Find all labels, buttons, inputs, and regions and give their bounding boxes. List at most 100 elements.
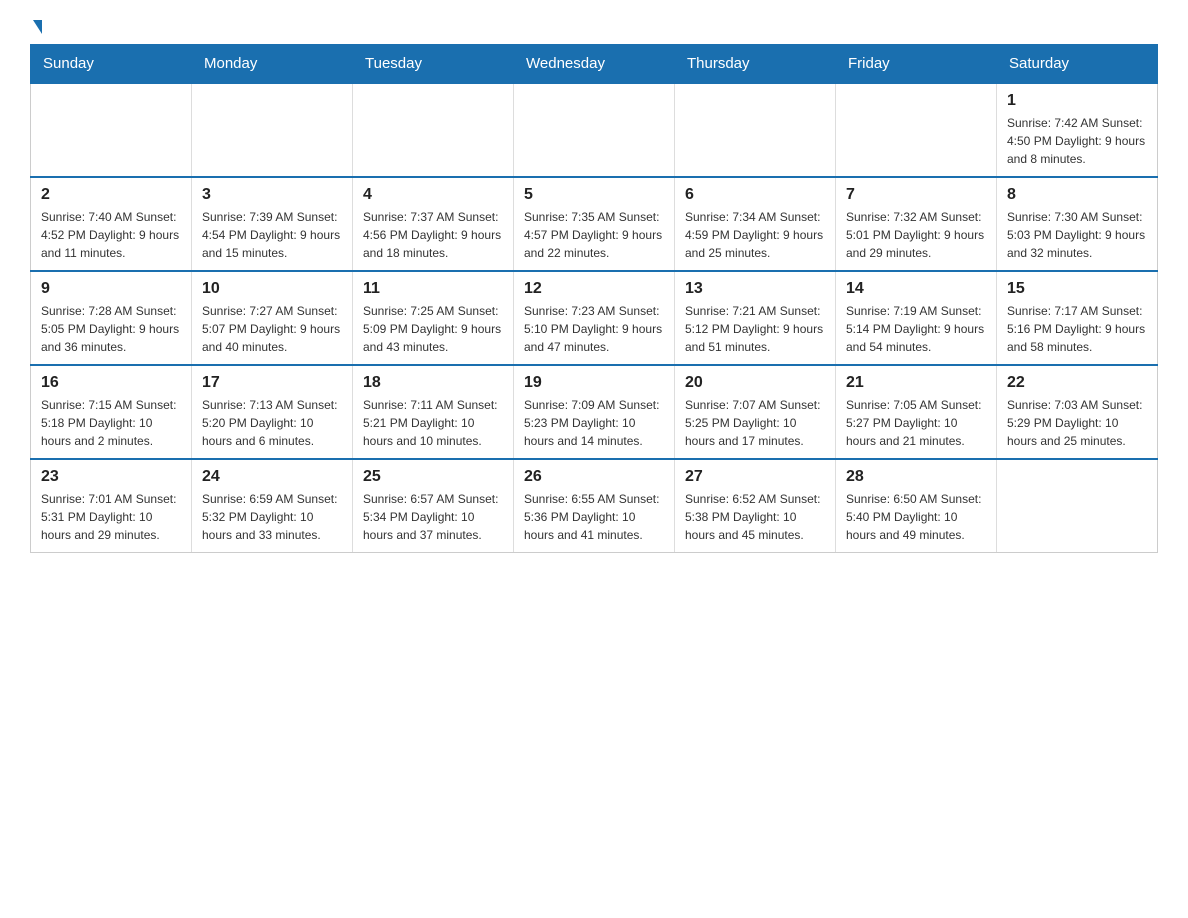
calendar-cell: 27 Sunrise: 6:52 AM Sunset: 5:38 PM Dayli… xyxy=(675,459,836,553)
day-info: Sunrise: 7:13 AM Sunset: 5:20 PM Dayligh… xyxy=(202,396,342,450)
calendar-cell: 14 Sunrise: 7:19 AM Sunset: 5:14 PM Dayli… xyxy=(836,271,997,365)
day-number: 18 xyxy=(363,374,503,392)
calendar-cell: 1 Sunrise: 7:42 AM Sunset: 4:50 PM Daylig… xyxy=(997,83,1158,177)
day-number: 8 xyxy=(1007,186,1147,204)
day-number: 21 xyxy=(846,374,986,392)
day-number: 19 xyxy=(524,374,664,392)
day-info: Sunrise: 7:39 AM Sunset: 4:54 PM Dayligh… xyxy=(202,208,342,262)
calendar-week-row: 2Sunrise: 7:40 AM Sunset: 4:52 PM Daylig… xyxy=(31,177,1158,271)
day-number: 22 xyxy=(1007,374,1147,392)
day-info: Sunrise: 7:42 AM Sunset: 4:50 PM Dayligh… xyxy=(1007,114,1147,168)
calendar-cell: 25 Sunrise: 6:57 AM Sunset: 5:34 PM Dayli… xyxy=(353,459,514,553)
day-info: Sunrise: 7:28 AM Sunset: 5:05 PM Dayligh… xyxy=(41,302,181,356)
day-number: 26 xyxy=(524,468,664,486)
day-info: Sunrise: 7:35 AM Sunset: 4:57 PM Dayligh… xyxy=(524,208,664,262)
day-info: Sunrise: 7:15 AM Sunset: 5:18 PM Dayligh… xyxy=(41,396,181,450)
day-info: Sunrise: 7:17 AM Sunset: 5:16 PM Dayligh… xyxy=(1007,302,1147,356)
day-number: 17 xyxy=(202,374,342,392)
day-number: 7 xyxy=(846,186,986,204)
day-info: Sunrise: 6:52 AM Sunset: 5:38 PM Dayligh… xyxy=(685,490,825,544)
calendar-cell: 18 Sunrise: 7:11 AM Sunset: 5:21 PM Dayli… xyxy=(353,365,514,459)
calendar-week-row: 16Sunrise: 7:15 AM Sunset: 5:18 PM Dayli… xyxy=(31,365,1158,459)
day-number: 3 xyxy=(202,186,342,204)
day-info: Sunrise: 7:07 AM Sunset: 5:25 PM Dayligh… xyxy=(685,396,825,450)
col-saturday: Saturday xyxy=(997,45,1158,84)
day-info: Sunrise: 7:23 AM Sunset: 5:10 PM Dayligh… xyxy=(524,302,664,356)
day-info: Sunrise: 6:57 AM Sunset: 5:34 PM Dayligh… xyxy=(363,490,503,544)
calendar-week-row: 23 Sunrise: 7:01 AM Sunset: 5:31 PM Dayli… xyxy=(31,459,1158,553)
calendar-cell: 3 Sunrise: 7:39 AM Sunset: 4:54 PM Daylig… xyxy=(192,177,353,271)
calendar-cell: 6Sunrise: 7:34 AM Sunset: 4:59 PM Daylig… xyxy=(675,177,836,271)
calendar-cell: 8 Sunrise: 7:30 AM Sunset: 5:03 PM Daylig… xyxy=(997,177,1158,271)
day-number: 13 xyxy=(685,280,825,298)
calendar-cell: 2Sunrise: 7:40 AM Sunset: 4:52 PM Daylig… xyxy=(31,177,192,271)
day-number: 24 xyxy=(202,468,342,486)
day-number: 28 xyxy=(846,468,986,486)
day-info: Sunrise: 7:03 AM Sunset: 5:29 PM Dayligh… xyxy=(1007,396,1147,450)
col-tuesday: Tuesday xyxy=(353,45,514,84)
calendar-cell: 24 Sunrise: 6:59 AM Sunset: 5:32 PM Dayli… xyxy=(192,459,353,553)
calendar-week-row: 9 Sunrise: 7:28 AM Sunset: 5:05 PM Daylig… xyxy=(31,271,1158,365)
day-number: 10 xyxy=(202,280,342,298)
calendar-cell: 26 Sunrise: 6:55 AM Sunset: 5:36 PM Dayli… xyxy=(514,459,675,553)
calendar-cell: 4Sunrise: 7:37 AM Sunset: 4:56 PM Daylig… xyxy=(353,177,514,271)
day-number: 9 xyxy=(41,280,181,298)
day-number: 14 xyxy=(846,280,986,298)
day-info: Sunrise: 7:37 AM Sunset: 4:56 PM Dayligh… xyxy=(363,208,503,262)
day-info: Sunrise: 6:50 AM Sunset: 5:40 PM Dayligh… xyxy=(846,490,986,544)
calendar-cell: 10 Sunrise: 7:27 AM Sunset: 5:07 PM Dayli… xyxy=(192,271,353,365)
day-info: Sunrise: 7:40 AM Sunset: 4:52 PM Dayligh… xyxy=(41,208,181,262)
calendar-cell: 11 Sunrise: 7:25 AM Sunset: 5:09 PM Dayli… xyxy=(353,271,514,365)
day-number: 5 xyxy=(524,186,664,204)
day-info: Sunrise: 6:55 AM Sunset: 5:36 PM Dayligh… xyxy=(524,490,664,544)
calendar-cell xyxy=(514,83,675,177)
calendar-table: Sunday Monday Tuesday Wednesday Thursday… xyxy=(30,44,1158,553)
day-info: Sunrise: 7:25 AM Sunset: 5:09 PM Dayligh… xyxy=(363,302,503,356)
page-header xyxy=(30,20,1158,34)
day-number: 27 xyxy=(685,468,825,486)
calendar-cell: 15 Sunrise: 7:17 AM Sunset: 5:16 PM Dayli… xyxy=(997,271,1158,365)
day-number: 12 xyxy=(524,280,664,298)
logo-arrow-icon xyxy=(33,20,42,34)
day-number: 15 xyxy=(1007,280,1147,298)
col-monday: Monday xyxy=(192,45,353,84)
day-info: Sunrise: 6:59 AM Sunset: 5:32 PM Dayligh… xyxy=(202,490,342,544)
day-info: Sunrise: 7:21 AM Sunset: 5:12 PM Dayligh… xyxy=(685,302,825,356)
calendar-cell: 20 Sunrise: 7:07 AM Sunset: 5:25 PM Dayli… xyxy=(675,365,836,459)
calendar-cell: 23 Sunrise: 7:01 AM Sunset: 5:31 PM Dayli… xyxy=(31,459,192,553)
calendar-week-row: 1 Sunrise: 7:42 AM Sunset: 4:50 PM Daylig… xyxy=(31,83,1158,177)
calendar-cell xyxy=(836,83,997,177)
calendar-cell: 9 Sunrise: 7:28 AM Sunset: 5:05 PM Daylig… xyxy=(31,271,192,365)
calendar-cell: 7Sunrise: 7:32 AM Sunset: 5:01 PM Daylig… xyxy=(836,177,997,271)
calendar-cell: 19 Sunrise: 7:09 AM Sunset: 5:23 PM Dayli… xyxy=(514,365,675,459)
calendar-cell: 21 Sunrise: 7:05 AM Sunset: 5:27 PM Dayli… xyxy=(836,365,997,459)
day-number: 1 xyxy=(1007,92,1147,110)
calendar-cell xyxy=(997,459,1158,553)
calendar-cell: 5 Sunrise: 7:35 AM Sunset: 4:57 PM Daylig… xyxy=(514,177,675,271)
day-info: Sunrise: 7:27 AM Sunset: 5:07 PM Dayligh… xyxy=(202,302,342,356)
day-info: Sunrise: 7:09 AM Sunset: 5:23 PM Dayligh… xyxy=(524,396,664,450)
day-info: Sunrise: 7:19 AM Sunset: 5:14 PM Dayligh… xyxy=(846,302,986,356)
col-friday: Friday xyxy=(836,45,997,84)
day-number: 11 xyxy=(363,280,503,298)
day-info: Sunrise: 7:11 AM Sunset: 5:21 PM Dayligh… xyxy=(363,396,503,450)
day-info: Sunrise: 7:30 AM Sunset: 5:03 PM Dayligh… xyxy=(1007,208,1147,262)
calendar-cell: 22 Sunrise: 7:03 AM Sunset: 5:29 PM Dayli… xyxy=(997,365,1158,459)
calendar-cell: 12 Sunrise: 7:23 AM Sunset: 5:10 PM Dayli… xyxy=(514,271,675,365)
calendar-cell: 16Sunrise: 7:15 AM Sunset: 5:18 PM Dayli… xyxy=(31,365,192,459)
col-wednesday: Wednesday xyxy=(514,45,675,84)
calendar-cell xyxy=(353,83,514,177)
calendar-cell xyxy=(192,83,353,177)
calendar-cell: 13 Sunrise: 7:21 AM Sunset: 5:12 PM Dayli… xyxy=(675,271,836,365)
day-info: Sunrise: 7:34 AM Sunset: 4:59 PM Dayligh… xyxy=(685,208,825,262)
day-info: Sunrise: 7:05 AM Sunset: 5:27 PM Dayligh… xyxy=(846,396,986,450)
day-number: 23 xyxy=(41,468,181,486)
col-thursday: Thursday xyxy=(675,45,836,84)
day-info: Sunrise: 7:01 AM Sunset: 5:31 PM Dayligh… xyxy=(41,490,181,544)
logo xyxy=(30,20,42,34)
col-sunday: Sunday xyxy=(31,45,192,84)
day-number: 20 xyxy=(685,374,825,392)
calendar-cell xyxy=(31,83,192,177)
calendar-cell: 28 Sunrise: 6:50 AM Sunset: 5:40 PM Dayli… xyxy=(836,459,997,553)
day-number: 25 xyxy=(363,468,503,486)
